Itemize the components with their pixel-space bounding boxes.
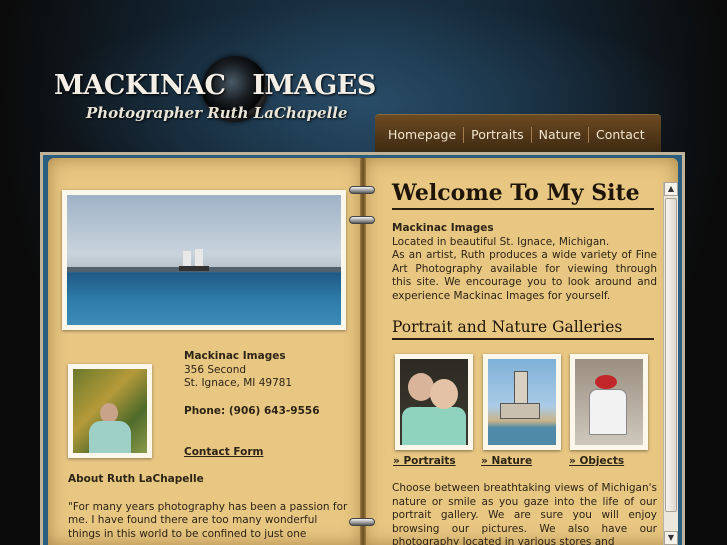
galleries-title: Portrait and Nature Galleries	[392, 318, 654, 340]
intro-name: Mackinac Images	[392, 222, 494, 234]
contact-info: Mackinac Images 356 Second St. Ignace, M…	[184, 350, 354, 460]
about-section: About Ruth LaChapelle "For many years ph…	[68, 473, 353, 541]
intro-body: As an artist, Ruth produces a wide varie…	[392, 249, 657, 302]
logo-subtitle: Photographer Ruth LaChapelle	[86, 104, 348, 122]
city-address: St. Ignace, MI 49781	[184, 377, 293, 389]
content-scrollbar[interactable]: ▲ ▼	[663, 182, 678, 545]
portraits-link[interactable]: » Portraits	[393, 455, 456, 467]
business-name: Mackinac Images	[184, 350, 286, 362]
scroll-thumb[interactable]	[665, 198, 677, 512]
nature-thumbnail[interactable]	[483, 354, 561, 450]
scroll-up-icon[interactable]: ▲	[664, 182, 678, 196]
nav-contact[interactable]: Contact	[589, 127, 652, 143]
main-content: Welcome To My Site Mackinac Images Locat…	[392, 180, 657, 340]
objects-link[interactable]: » Objects	[569, 455, 624, 467]
nature-link[interactable]: » Nature	[481, 455, 532, 467]
nav-portraits[interactable]: Portraits	[464, 126, 532, 143]
gallery-description: Choose between breathtaking views of Mic…	[392, 482, 657, 545]
portrait-photo	[68, 364, 152, 458]
street-address: 356 Second	[184, 363, 247, 376]
about-heading: About Ruth LaChapelle	[68, 473, 204, 485]
binder-ring	[349, 216, 375, 224]
intro-location: Located in beautiful St. Ignace, Michiga…	[392, 235, 610, 248]
phone-number: Phone: (906) 643-9556	[184, 404, 320, 417]
logo-title: MACKINAC IMAGES	[54, 70, 376, 101]
site-logo[interactable]: MACKINAC IMAGES Photographer Ruth LaChap…	[54, 56, 376, 134]
portraits-thumbnail[interactable]	[395, 354, 473, 450]
intro-text: Mackinac Images Located in beautiful St.…	[392, 222, 657, 304]
objects-thumbnail[interactable]	[570, 354, 648, 450]
about-text: "For many years photography has been a p…	[68, 500, 348, 540]
nav-nature[interactable]: Nature	[532, 126, 589, 143]
contact-form-link[interactable]: Contact Form	[184, 446, 354, 460]
page-title: Welcome To My Site	[392, 180, 654, 210]
ship-icon	[179, 249, 209, 271]
nav-homepage[interactable]: Homepage	[381, 126, 465, 143]
main-navigation: Homepage Portraits Nature Contact	[375, 114, 661, 154]
scroll-down-icon[interactable]: ▼	[664, 531, 678, 545]
binder-ring	[349, 186, 375, 194]
gallery-thumbnails: » Portraits » Nature » Objects	[393, 354, 657, 474]
lake-photo	[62, 190, 346, 330]
